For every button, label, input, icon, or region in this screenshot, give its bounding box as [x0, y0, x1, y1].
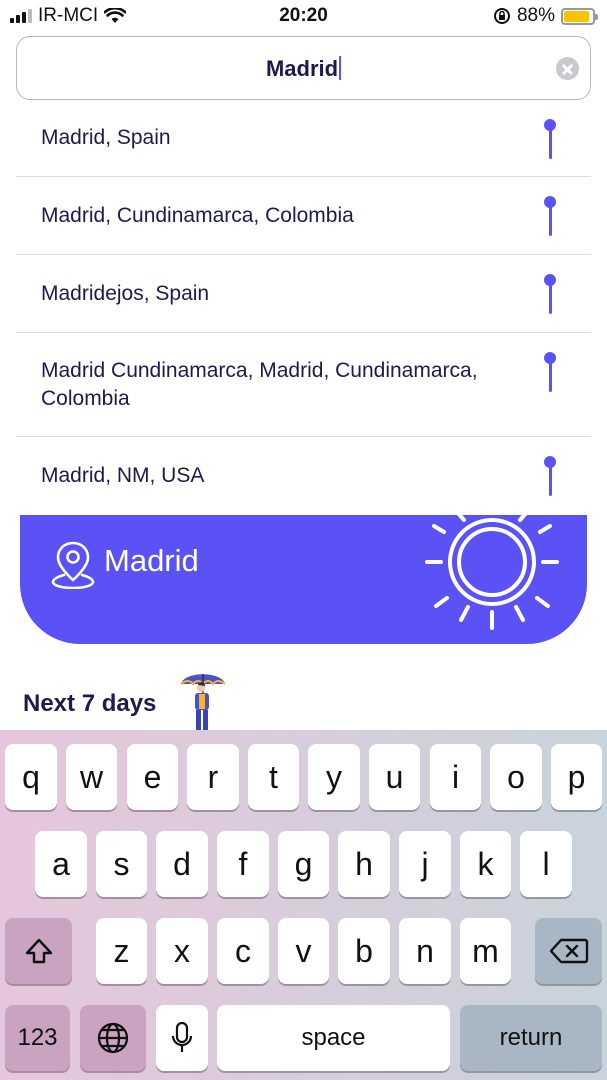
key-g[interactable]: g [278, 831, 329, 897]
numbers-key[interactable]: 123 [5, 1005, 70, 1071]
person-with-umbrella-icon [180, 674, 226, 730]
suggestion-label: Madrid, Cundinamarca, Colombia [41, 203, 354, 227]
return-key[interactable]: return [460, 1005, 602, 1071]
key-l[interactable]: l [520, 831, 572, 897]
key-z[interactable]: z [96, 918, 147, 984]
location-pin-icon [543, 456, 557, 496]
card-city-name: Madrid [104, 543, 199, 578]
suggestion-label: Madrid, Spain [41, 126, 171, 149]
backspace-icon [549, 938, 588, 964]
search-input[interactable]: Madrid [16, 36, 591, 100]
key-n[interactable]: n [399, 918, 451, 984]
key-f[interactable]: f [217, 831, 269, 897]
key-r[interactable]: r [187, 744, 239, 810]
location-pin-icon [543, 119, 557, 159]
key-w[interactable]: w [66, 744, 117, 810]
suggestion-item[interactable]: Madridejos, Spain [16, 255, 591, 333]
microphone-icon [171, 1021, 193, 1052]
suggestion-item[interactable]: Madrid, NM, USA [16, 437, 591, 515]
suggestion-item[interactable]: Madrid, Cundinamarca, Colombia [16, 177, 591, 255]
sun-icon [425, 510, 559, 630]
key-x[interactable]: x [156, 918, 208, 984]
key-e[interactable]: e [127, 744, 178, 810]
weather-card[interactable]: Madrid [20, 505, 587, 644]
key-b[interactable]: b [338, 918, 390, 984]
globe-key[interactable] [80, 1005, 146, 1071]
text-caret [339, 56, 342, 80]
search-value-text: Madrid [265, 56, 339, 81]
shift-key[interactable] [5, 918, 72, 984]
globe-icon [97, 1022, 129, 1054]
status-bar: IR-MCI 20:20 88% [0, 0, 607, 34]
key-k[interactable]: k [460, 831, 511, 897]
key-u[interactable]: u [369, 744, 420, 810]
key-o[interactable]: o [490, 744, 542, 810]
key-y[interactable]: y [308, 744, 360, 810]
key-d[interactable]: d [156, 831, 208, 897]
location-pin-icon [543, 274, 557, 314]
microphone-key[interactable] [156, 1005, 208, 1071]
key-h[interactable]: h [338, 831, 390, 897]
location-pin-icon [543, 352, 557, 392]
clear-icon[interactable] [556, 57, 579, 80]
suggestion-list: Madrid, Spain Madrid, Cundinamarca, Colo… [16, 100, 591, 515]
status-right: 88% [493, 5, 598, 27]
search-input-value: Madrid [17, 56, 590, 82]
suggestion-label: Madrid, NM, USA [41, 464, 205, 487]
key-j[interactable]: j [399, 831, 451, 897]
key-v[interactable]: v [278, 918, 329, 984]
suggestion-item[interactable]: Madrid Cundinamarca, Madrid, Cundinamarc… [16, 333, 591, 437]
key-c[interactable]: c [217, 918, 269, 984]
key-t[interactable]: t [248, 744, 299, 810]
shift-icon [25, 938, 52, 964]
location-pin-icon [543, 196, 557, 236]
suggestion-item[interactable]: Madrid, Spain [16, 100, 591, 177]
location-icon [51, 541, 95, 589]
key-a[interactable]: a [35, 831, 87, 897]
suggestion-label: Madrid Cundinamarca, Madrid, Cundinamarc… [41, 358, 478, 410]
space-key[interactable]: space [217, 1005, 450, 1071]
rotation-lock-icon [493, 8, 510, 24]
suggestion-label: Madridejos, Spain [41, 281, 210, 305]
keyboard: q w e r t y u i o p a s d f g h j k l z … [0, 730, 607, 1080]
battery-percent: 88% [516, 5, 555, 26]
key-s[interactable]: s [96, 831, 147, 897]
key-q[interactable]: q [5, 744, 57, 810]
key-m[interactable]: m [460, 918, 511, 984]
key-p[interactable]: p [551, 744, 602, 810]
forecast-heading: Next 7 days [23, 690, 157, 717]
battery-icon [561, 7, 598, 25]
key-i[interactable]: i [430, 744, 481, 810]
backspace-key[interactable] [535, 918, 602, 984]
